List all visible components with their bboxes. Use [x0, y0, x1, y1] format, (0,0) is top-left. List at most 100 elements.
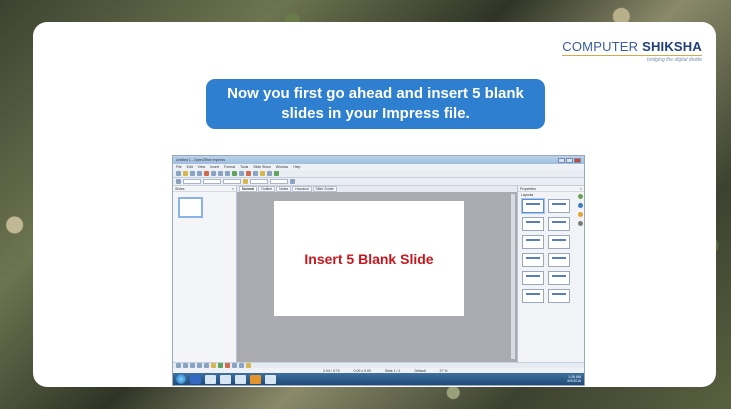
- menu-window[interactable]: Window: [276, 165, 288, 169]
- pdf-icon[interactable]: [204, 171, 209, 176]
- instruction-text: Now you first go ahead and insert 5 blan…: [227, 85, 524, 122]
- status-position: 2.04 / 3.73: [323, 368, 340, 373]
- layout-blank[interactable]: [522, 199, 544, 213]
- fill-type-select[interactable]: [250, 179, 268, 184]
- minimize-icon[interactable]: [558, 157, 565, 163]
- tab-normal[interactable]: Normal: [239, 186, 258, 192]
- line-fill-toolbar: [173, 178, 584, 186]
- layout-title-content-2[interactable]: [548, 235, 570, 249]
- layout-content-over[interactable]: [522, 271, 544, 285]
- logo-tagline: bridging the digital divide: [562, 55, 702, 63]
- menu-view[interactable]: View: [198, 165, 206, 169]
- table-icon[interactable]: [253, 171, 258, 176]
- tab-handout[interactable]: Handout: [292, 186, 312, 192]
- lesson-card: COMPUTER SHIKSHA bridging the digital di…: [33, 22, 716, 387]
- chart-icon[interactable]: [246, 171, 251, 176]
- new-icon[interactable]: [176, 171, 181, 176]
- layouts-section: Layouts: [518, 192, 584, 198]
- help-icon[interactable]: [274, 171, 279, 176]
- layouts-grid: [522, 199, 574, 303]
- logo-title: COMPUTER SHIKSHA: [562, 39, 702, 54]
- menu-insert[interactable]: Insert: [210, 165, 219, 169]
- vertical-scrollbar[interactable]: [511, 194, 515, 359]
- paste-icon[interactable]: [225, 171, 230, 176]
- impress-taskbar-icon[interactable]: [265, 374, 276, 384]
- menu-tools[interactable]: Tools: [240, 165, 248, 169]
- close-pane-icon[interactable]: ×: [232, 187, 234, 191]
- menu-format[interactable]: Format: [224, 165, 235, 169]
- cut-icon[interactable]: [211, 171, 216, 176]
- layout-title-4-content[interactable]: [548, 271, 570, 285]
- line-style-icon[interactable]: [176, 179, 181, 184]
- slide-canvas[interactable]: Insert 5 Blank Slide: [274, 201, 464, 316]
- line-color-select[interactable]: [223, 179, 241, 184]
- redo-icon[interactable]: [239, 171, 244, 176]
- slide-thumbnail[interactable]: [178, 197, 203, 218]
- status-layout: Default: [414, 368, 426, 373]
- sidebar-deck: [577, 194, 583, 226]
- tab-outline[interactable]: Outline: [258, 186, 276, 192]
- windows-taskbar: 1:26 AM 6/9/2016: [173, 373, 584, 385]
- layout-title-6-content[interactable]: [522, 289, 544, 303]
- transition-icon[interactable]: [577, 221, 583, 226]
- properties-icon[interactable]: [577, 194, 583, 199]
- instruction-banner: Now you first go ahead and insert 5 blan…: [206, 79, 545, 129]
- writer-icon[interactable]: [235, 374, 246, 384]
- layouts-label: Layouts: [521, 193, 534, 197]
- maximize-icon[interactable]: [566, 157, 573, 163]
- print-icon[interactable]: [197, 171, 202, 176]
- workspace: Slides × Normal Outline Notes Handout Sl…: [173, 186, 584, 362]
- status-zoom[interactable]: 37 %: [440, 369, 448, 373]
- layout-title-only[interactable]: [522, 217, 544, 231]
- line-style-select[interactable]: [183, 179, 201, 184]
- layout-2-content-title[interactable]: [548, 253, 570, 267]
- menu-file[interactable]: File: [176, 165, 182, 169]
- save-icon[interactable]: [190, 171, 195, 176]
- properties-title: Properties: [520, 186, 536, 191]
- layout-title-2-content[interactable]: [548, 217, 570, 231]
- animation-icon[interactable]: [577, 212, 583, 217]
- window-title: Untitled 1 - OpenOffice Impress: [176, 158, 225, 162]
- media-icon[interactable]: [220, 374, 231, 384]
- slide-editor: Normal Outline Notes Handout Slide Sorte…: [237, 186, 517, 362]
- navigator-icon[interactable]: [260, 171, 265, 176]
- explorer-icon[interactable]: [205, 374, 216, 384]
- computer-shiksha-logo: COMPUTER SHIKSHA bridging the digital di…: [562, 39, 702, 63]
- tab-slide-sorter[interactable]: Slide Sorter: [312, 186, 337, 192]
- layout-centered-text[interactable]: [522, 235, 544, 249]
- gallery-icon[interactable]: [267, 171, 272, 176]
- layout-vertical[interactable]: [548, 289, 570, 303]
- open-icon[interactable]: [183, 171, 188, 176]
- slide-title-text: Insert 5 Blank Slide: [304, 250, 434, 267]
- firefox-icon[interactable]: [250, 374, 261, 384]
- fill-color-select[interactable]: [270, 179, 288, 184]
- layout-4-content[interactable]: [522, 253, 544, 267]
- shadow-icon[interactable]: [290, 179, 295, 184]
- clock-date: 6/9/2016: [567, 379, 581, 383]
- ie-icon[interactable]: [190, 374, 201, 384]
- view-tabs: Normal Outline Notes Handout Slide Sorte…: [237, 186, 517, 192]
- slides-pane-header: Slides ×: [173, 186, 236, 192]
- tab-notes[interactable]: Notes: [276, 186, 292, 192]
- window-titlebar: Untitled 1 - OpenOffice Impress: [173, 156, 584, 164]
- properties-panel: Properties × Layouts: [517, 186, 584, 362]
- menu-help[interactable]: Help: [293, 165, 300, 169]
- area-icon[interactable]: [243, 179, 248, 184]
- menu-edit[interactable]: Edit: [187, 165, 193, 169]
- window-controls: [558, 157, 581, 163]
- start-button-icon[interactable]: [176, 374, 186, 384]
- undo-icon[interactable]: [232, 171, 237, 176]
- impress-screenshot: Untitled 1 - OpenOffice Impress File Edi…: [172, 155, 585, 386]
- slides-pane-title: Slides: [175, 186, 185, 191]
- status-size: 0.00 x 0.00: [353, 368, 371, 373]
- taskbar-clock[interactable]: 1:26 AM 6/9/2016: [567, 375, 581, 383]
- close-properties-icon[interactable]: ×: [580, 187, 582, 191]
- menu-slide-show[interactable]: Slide Show: [253, 165, 271, 169]
- copy-icon[interactable]: [218, 171, 223, 176]
- status-slide: Slide 1 / 1: [384, 368, 401, 373]
- master-slides-icon[interactable]: [577, 203, 583, 208]
- line-width-field[interactable]: [203, 179, 221, 184]
- close-icon[interactable]: [574, 157, 581, 163]
- slides-pane: Slides ×: [173, 186, 237, 362]
- layout-title-content[interactable]: [548, 199, 570, 213]
